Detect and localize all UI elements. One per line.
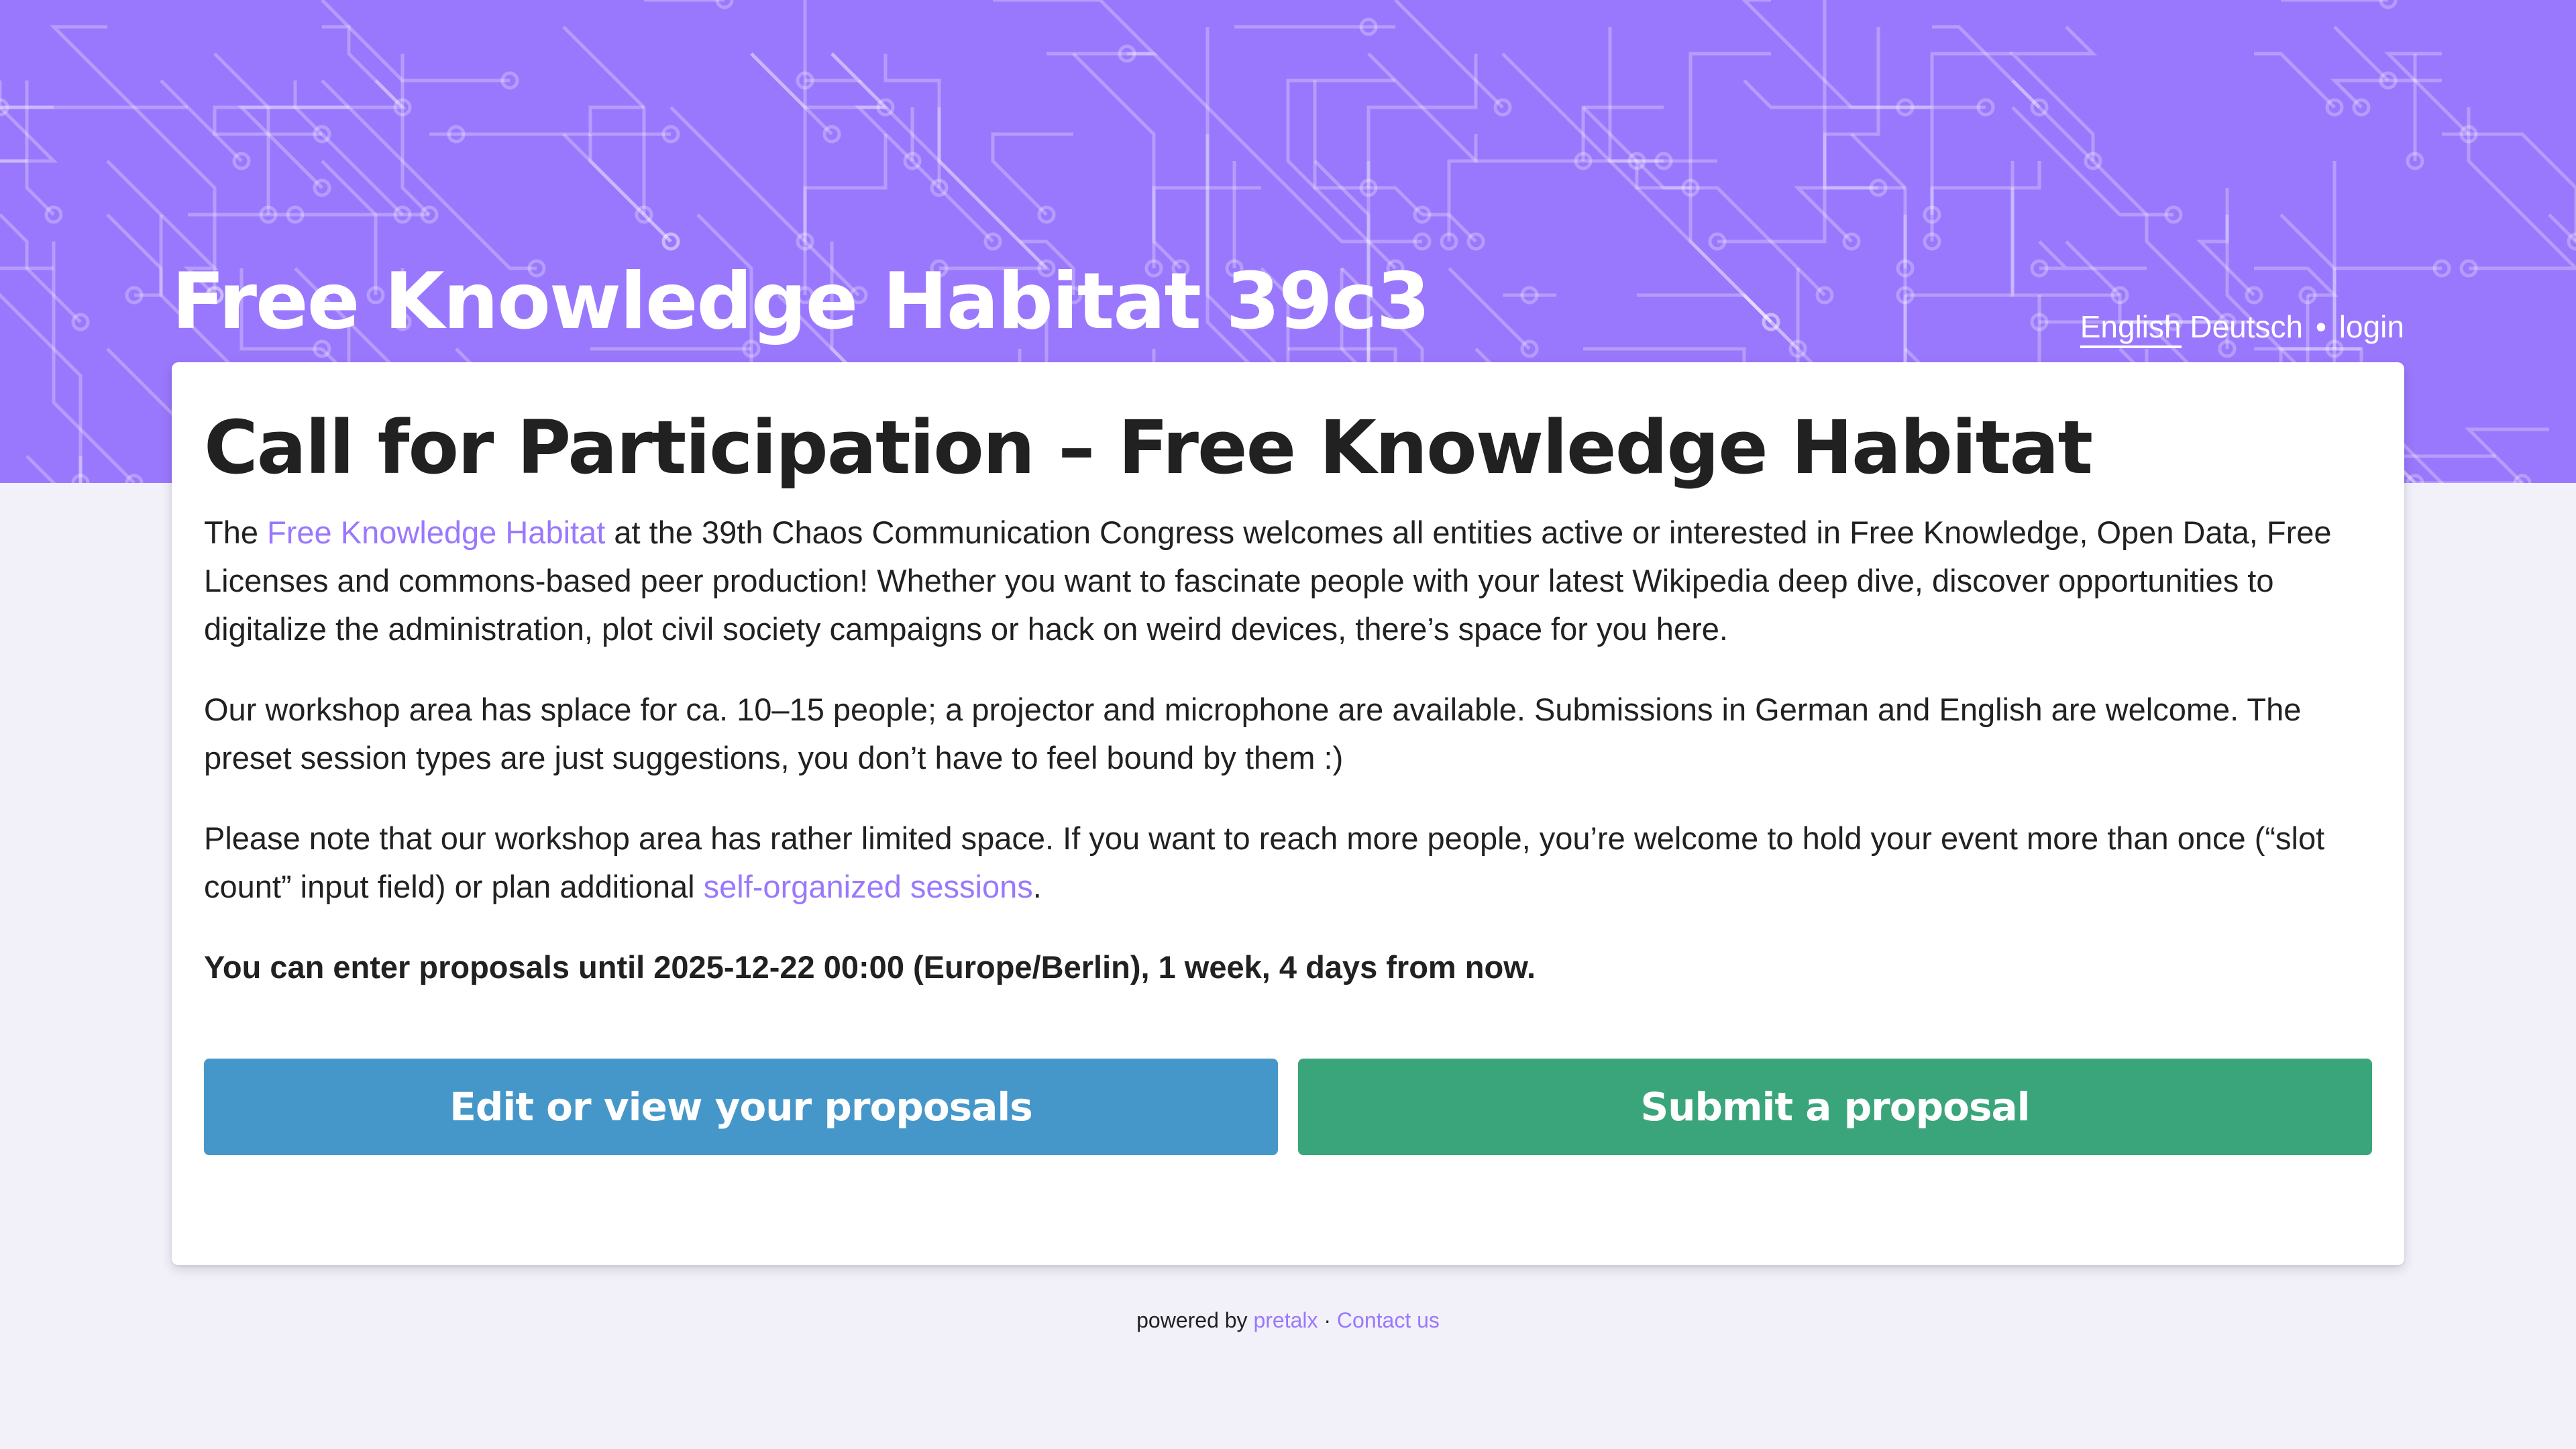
self-organized-sessions-link[interactable]: self-organized sessions (704, 869, 1033, 904)
space-note-paragraph: Please note that our workshop area has r… (204, 820, 2325, 904)
footer: powered by pretalx · Contact us (1136, 1308, 1440, 1332)
circuit-trace (1608, 27, 1637, 163)
circuit-trace (1930, 161, 2041, 241)
event-title[interactable]: Free Knowledge Habitat 39c3 (172, 250, 1430, 354)
submit-proposal-button[interactable]: Submit a proposal (1298, 1059, 2372, 1155)
header-nav: English Deutsch • login (2080, 309, 2404, 348)
circuit-trace (160, 79, 243, 162)
circuit-trace (2038, 240, 2147, 270)
circuit-trace (2467, 107, 2576, 270)
circuit-trace (1823, 0, 1878, 190)
circuit-trace (1717, 27, 1880, 244)
circuit-trace (1582, 106, 1826, 297)
circuit-trace (803, 134, 888, 241)
action-buttons: Edit or view your proposals Submit a pro… (204, 1059, 2372, 1155)
circuit-trace (1448, 267, 1531, 350)
circuit-trace (2254, 266, 2339, 297)
circuit-trace (1581, 105, 1664, 161)
circuit-trace (1072, 52, 1182, 270)
circuit-trace (2330, 78, 2442, 109)
circuit-trace (0, 266, 83, 483)
circuit-trace (562, 25, 646, 215)
circuit-trace (293, 80, 404, 216)
circuit-trace (991, 132, 1073, 216)
circuit-trace (2383, 52, 2470, 136)
circuit-trace (2442, 132, 2576, 241)
cfp-card: Call for Participation – Free Knowledge … (172, 362, 2404, 1265)
language-english-link[interactable]: English (2080, 309, 2182, 348)
circuit-trace (588, 134, 672, 243)
circuit-trace (1637, 293, 1799, 350)
circuit-trace (0, 159, 27, 163)
contact-link[interactable]: Contact us (1337, 1308, 1440, 1332)
circuit-trace (2333, 25, 2390, 82)
circuit-trace (1905, 52, 2012, 109)
language-deutsch-link[interactable]: Deutsch (2190, 309, 2303, 344)
deadline-notice: You can enter proposals until 2025-12-22… (204, 949, 1536, 985)
pretalx-link[interactable]: pretalx (1253, 1308, 1318, 1332)
circuit-trace (400, 54, 510, 83)
free-knowledge-habitat-link[interactable]: Free Knowledge Habitat (267, 515, 605, 550)
circuit-trace (2279, 213, 2442, 270)
circuit-trace (2254, 52, 2336, 109)
edit-proposals-button[interactable]: Edit or view your proposals (204, 1059, 1278, 1155)
cfp-text: The Free Knowledge Habitat at the 39th C… (204, 508, 2372, 991)
circuit-trace (1850, 133, 1907, 268)
login-link[interactable]: login (2339, 309, 2404, 344)
circuit-trace (562, 133, 672, 243)
circuit-trace (1932, 25, 2041, 109)
workshop-paragraph: Our workshop area has splace for ca. 10–… (204, 692, 2302, 775)
circuit-trace (937, 107, 1048, 270)
circuit-trace (588, 105, 671, 136)
circuit-trace (1447, 134, 1478, 241)
nav-separator: • (2315, 309, 2327, 344)
circuit-trace (2010, 188, 2174, 324)
page-title: Call for Participation – Free Knowledge … (204, 405, 2093, 490)
circuit-trace (1366, 54, 1478, 188)
circuit-trace (2011, 79, 2229, 323)
circuit-trace (1905, 161, 2015, 297)
intro-paragraph: The Free Knowledge Habitat at the 39th C… (204, 515, 2332, 647)
circuit-trace (1394, 0, 1504, 109)
